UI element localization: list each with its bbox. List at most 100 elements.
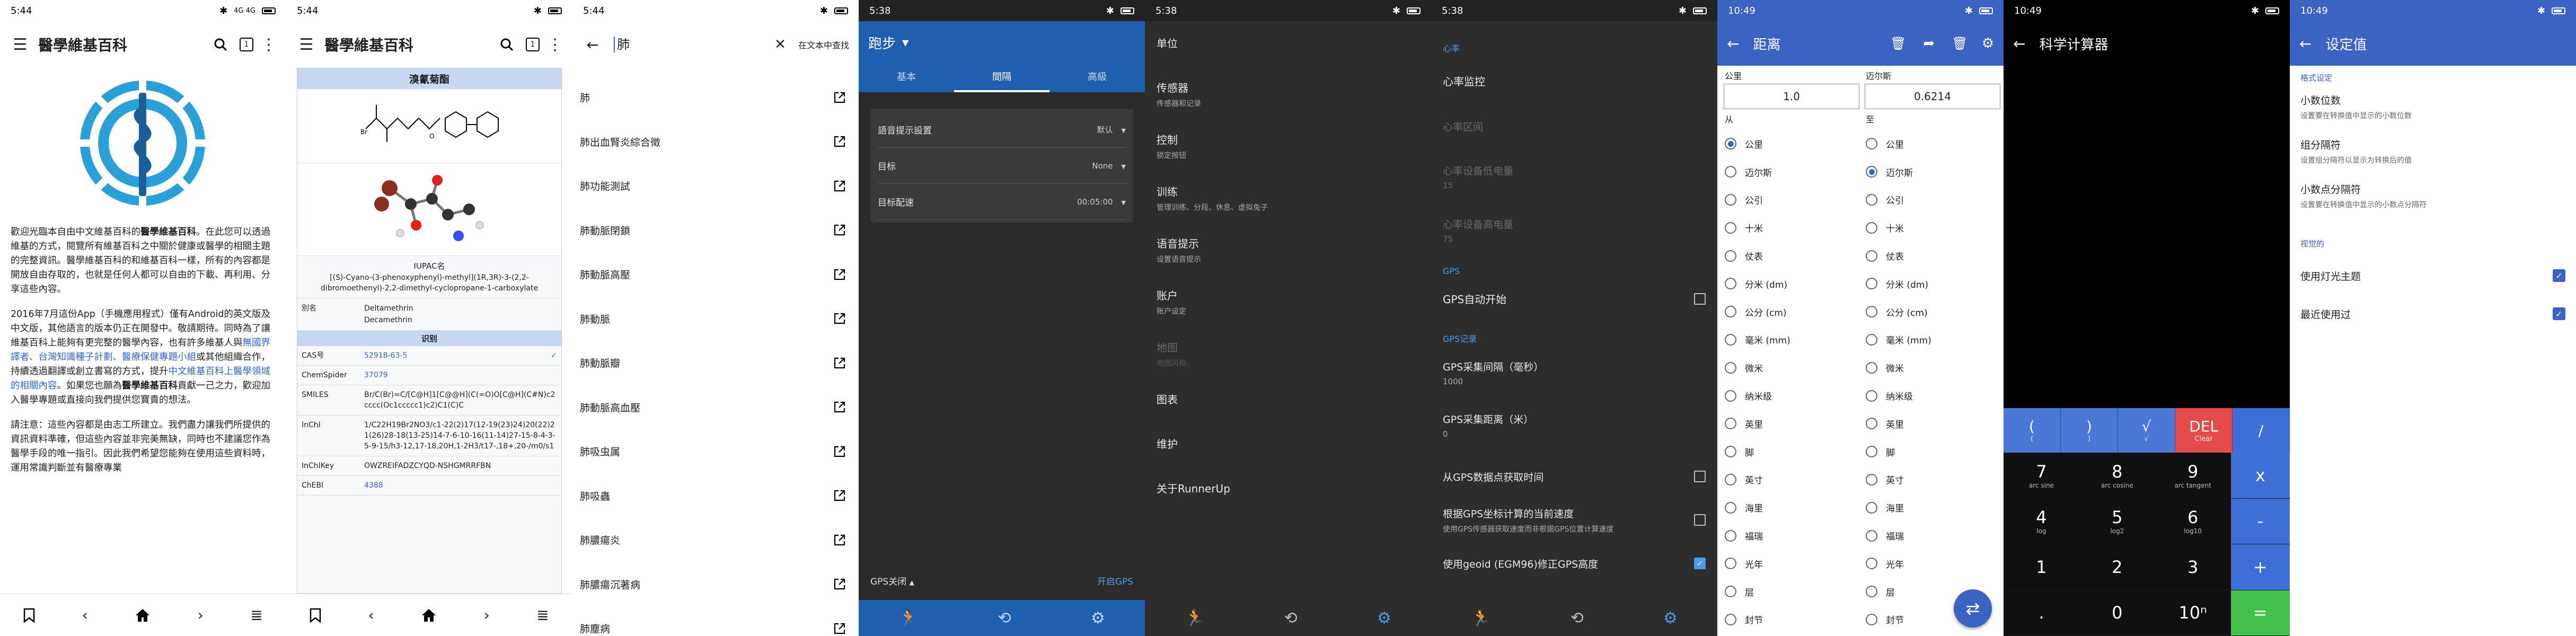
from-unit-option[interactable]: 英寸 (1725, 466, 1857, 494)
gps-option-row[interactable]: 使用geoid (EGM96)修正GPS高度 ✓ (1443, 542, 1706, 585)
to-unit-option[interactable]: 脚 (1866, 438, 1998, 466)
table-of-contents-icon[interactable]: ≣ (250, 606, 262, 624)
preference-item[interactable]: 组分隔符 设置组分隔符以显示为转换后的值 (2300, 137, 2565, 182)
radio-button[interactable] (1725, 333, 1736, 346)
radio-button[interactable] (1866, 138, 1877, 150)
open-external-icon[interactable] (833, 622, 846, 635)
back-arrow-icon[interactable]: ← (2013, 35, 2025, 52)
radio-button[interactable] (1725, 250, 1736, 262)
checkbox[interactable]: ✓ (1694, 558, 1706, 569)
from-unit-option[interactable]: 英里 (1725, 410, 1857, 438)
nav-settings-icon[interactable]: ⚙ (1377, 609, 1391, 628)
nav-run-icon[interactable]: 🏃 (898, 609, 918, 628)
radio-button[interactable] (1866, 166, 1877, 178)
tab-3[interactable]: 高級 (1049, 64, 1145, 92)
ident-value[interactable]: 4388 (364, 480, 557, 491)
back-icon[interactable]: ‹ (82, 606, 88, 624)
checkbox[interactable]: ✓ (2553, 307, 2565, 320)
search-result-item[interactable]: 肺吸虫属 (572, 429, 859, 474)
radio-button[interactable] (1866, 390, 1877, 402)
radio-button[interactable] (1725, 166, 1736, 178)
from-unit-option[interactable]: 层 (1725, 578, 1857, 606)
search-result-item[interactable]: 肺動脈閉鎖 (572, 208, 859, 253)
tabs-icon[interactable]: 1 (240, 38, 253, 51)
from-unit-option[interactable]: 海里 (1725, 493, 1857, 522)
home-icon[interactable] (421, 608, 437, 623)
from-unit-option[interactable]: 纳米级 (1725, 382, 1857, 410)
radio-button[interactable] (1866, 529, 1877, 542)
to-unit-option[interactable]: 仗表 (1866, 242, 1998, 270)
search-result-item[interactable]: 肺 (572, 75, 859, 120)
settings-item[interactable]: 关于RunnerUp (1145, 471, 1431, 515)
checkbox[interactable]: ✓ (2553, 269, 2565, 282)
radio-button[interactable] (1866, 361, 1877, 374)
radio-button[interactable] (1725, 193, 1736, 206)
to-unit-option[interactable]: 海里 (1866, 493, 1998, 522)
back-arrow-icon[interactable]: ← (2299, 35, 2312, 52)
nav-history-icon[interactable]: ⟲ (1571, 609, 1584, 628)
from-unit-option[interactable]: 毫米 (mm) (1725, 326, 1857, 354)
calc-key[interactable]: 7 arc sine (2004, 453, 2079, 499)
from-value-input[interactable]: 1.0 (1724, 84, 1859, 109)
from-unit-option[interactable]: 分米 (dm) (1725, 270, 1857, 298)
settings-item[interactable]: 账户 账户设定 (1145, 278, 1431, 330)
radio-button[interactable] (1725, 418, 1736, 430)
from-unit-option[interactable]: 仗表 (1725, 242, 1857, 270)
ident-value[interactable]: 37079 (364, 370, 557, 381)
radio-button[interactable] (1725, 473, 1736, 485)
to-value-input[interactable]: 0.6214 (1865, 84, 2000, 109)
swap-fab[interactable]: ⇄ (1954, 589, 1992, 628)
to-unit-option[interactable]: 迈尔斯 (1866, 158, 1998, 186)
calc-key[interactable]: 8 arc cosine (2079, 453, 2155, 499)
nav-settings-icon[interactable]: ⚙ (1663, 609, 1678, 628)
radio-button[interactable] (1725, 361, 1736, 374)
back-arrow-icon[interactable]: ← (582, 36, 603, 54)
clear-icon[interactable]: ✕ (770, 37, 791, 52)
settings-item[interactable]: 单位 (1145, 25, 1431, 70)
calc-key[interactable]: 4 log (2004, 498, 2079, 544)
open-external-icon[interactable] (833, 135, 846, 148)
activity-selector[interactable]: 跑步 ▼ (859, 21, 1145, 64)
back-icon[interactable]: ‹ (368, 606, 374, 624)
gps-option-row[interactable]: 从GPS数据点获取时间 (1443, 455, 1706, 498)
radio-button[interactable] (1725, 138, 1736, 150)
radio-button[interactable] (1725, 222, 1736, 234)
calc-key[interactable]: = (2230, 590, 2290, 636)
calc-key[interactable]: + (2230, 544, 2290, 590)
calc-key[interactable]: 0 (2079, 590, 2155, 636)
delete-icon[interactable]: 🗑 (1952, 36, 1968, 51)
search-result-item[interactable]: 肺膿瘍沉著病 (572, 562, 859, 607)
from-unit-option[interactable]: 公里 (1725, 130, 1857, 158)
nav-run-icon[interactable]: 🏃 (1185, 609, 1204, 628)
settings-item[interactable]: 训练 管理训练、分段、休息、虚拟兔子 (1145, 174, 1431, 226)
calc-key[interactable]: √ √ (2118, 408, 2175, 453)
from-unit-option[interactable]: 光年 (1725, 550, 1857, 578)
calc-key[interactable]: - (2230, 498, 2290, 544)
back-arrow-icon[interactable]: ← (1727, 35, 1739, 52)
gps-option-row[interactable]: 根据GPS坐标计算的当前速度 使用GPS传感器获取速度而非根据GPS位置计算速度 (1443, 498, 1706, 542)
search-result-item[interactable]: 肺動脈 (572, 297, 859, 341)
calc-key[interactable]: 6 log10 (2155, 498, 2231, 544)
checkbox[interactable] (1694, 514, 1706, 526)
radio-button[interactable] (1866, 558, 1877, 570)
preference-item[interactable]: 小数位数 设置要在转换值中显示的小数位数 (2300, 93, 2565, 137)
to-unit-option[interactable]: 英寸 (1866, 466, 1998, 494)
search-result-item[interactable]: 肺出血腎炎綜合徵 (572, 120, 859, 164)
find-in-page-button[interactable]: 在文本中查找 (798, 38, 849, 51)
search-result-item[interactable]: 肺動脈高壓 (572, 252, 859, 297)
search-result-item[interactable]: 肺吸蟲 (572, 474, 859, 518)
menu-icon[interactable]: ☰ (10, 34, 31, 55)
calc-key[interactable]: x (2230, 453, 2290, 499)
search-icon[interactable] (209, 33, 232, 56)
settings-item[interactable]: 传感器 传感器和记录 (1145, 70, 1431, 122)
calc-key[interactable]: 3 (2155, 544, 2231, 590)
radio-button[interactable] (1866, 473, 1877, 485)
ident-value[interactable]: 52918-63-5 (364, 350, 548, 361)
open-external-icon[interactable] (833, 91, 846, 104)
to-unit-option[interactable]: 十米 (1866, 214, 1998, 242)
from-unit-option[interactable]: 迈尔斯 (1725, 158, 1857, 186)
to-unit-option[interactable]: 英里 (1866, 410, 1998, 438)
bookmark-icon[interactable] (310, 608, 321, 623)
search-input[interactable]: 肺 (614, 37, 770, 52)
from-unit-option[interactable]: 公引 (1725, 186, 1857, 214)
